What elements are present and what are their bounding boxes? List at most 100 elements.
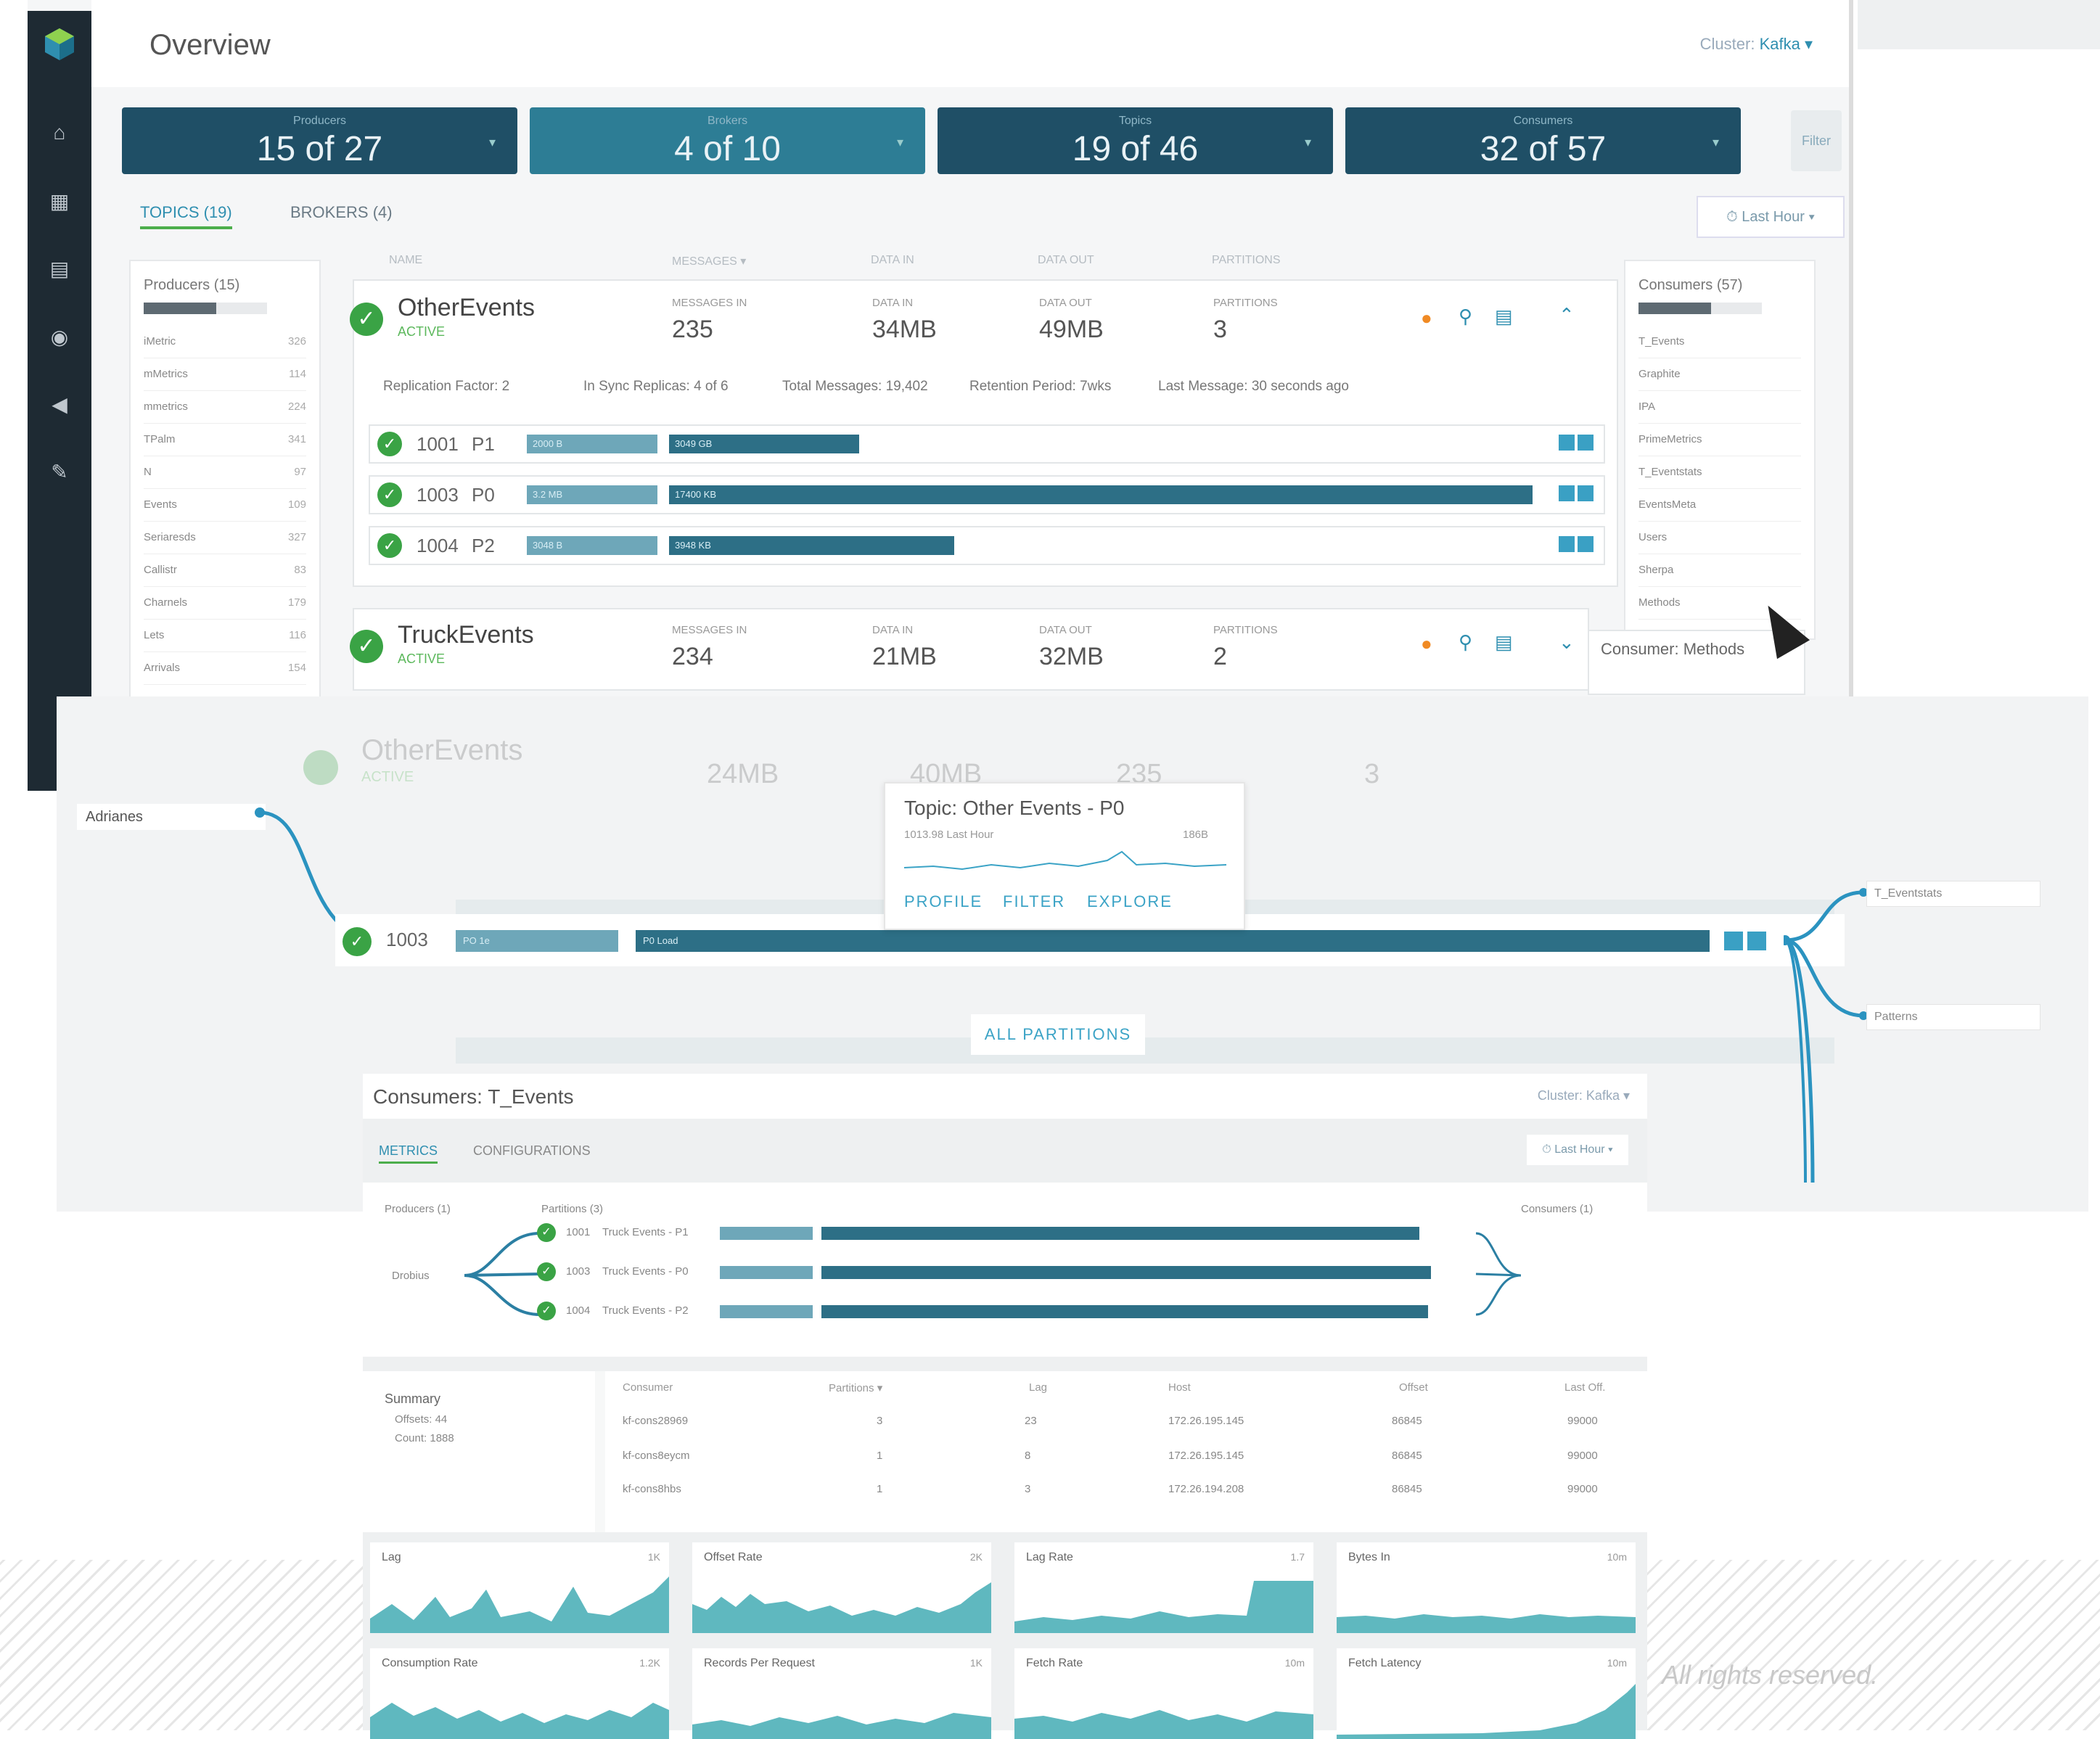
highlighted-consumer[interactable]: T_Eventstats	[1866, 881, 2040, 907]
flow-partition-row[interactable]: ✓ 1003 Truck Events - P0	[537, 1262, 1509, 1283]
alert-icon[interactable]: ●	[1421, 307, 1432, 329]
partition-row[interactable]: ✓ 1003 P0 3.2 MB 17400 KB	[369, 475, 1605, 514]
chevron-up-icon[interactable]: ⌃	[1559, 304, 1575, 326]
cluster-selector[interactable]: Cluster: Kafka ▾	[1700, 35, 1813, 54]
sparkline-consumption-rate[interactable]: Consumption Rate 1.2K	[370, 1648, 669, 1739]
kpi-producers[interactable]: Producers 15 of 27 ▾	[122, 107, 517, 174]
partition-row[interactable]: ✓ 1004 P2 3048 B 3948 KB	[369, 526, 1605, 565]
list-item[interactable]: Lets 116	[144, 620, 306, 652]
chevron-down-icon[interactable]: ⌄	[1559, 631, 1575, 654]
partition-action-icon[interactable]	[1724, 932, 1743, 950]
tab-brokers[interactable]: BROKERS (4)	[290, 203, 393, 222]
overlay-metric: 24MB	[707, 759, 779, 789]
kpi-topics[interactable]: Topics 19 of 46 ▾	[938, 107, 1333, 174]
alert-icon[interactable]: ●	[1421, 633, 1432, 655]
list-icon[interactable]: ▤	[1495, 305, 1513, 328]
flow-partition-row[interactable]: ✓ 1001 Truck Events - P1	[537, 1223, 1509, 1243]
list-item[interactable]: Users	[1638, 522, 1801, 554]
producers-toggle[interactable]	[144, 303, 267, 314]
partition-action-icon[interactable]	[1559, 485, 1575, 501]
list-item[interactable]: Graphite	[1638, 358, 1801, 391]
table-header[interactable]: Lag	[1029, 1381, 1047, 1394]
partition-action-icon[interactable]	[1578, 485, 1594, 501]
explore-link[interactable]: EXPLORE	[1087, 892, 1173, 911]
filter-link[interactable]: FILTER	[1003, 892, 1065, 911]
time-range-dropdown[interactable]: ⏱ Last Hour ▾	[1697, 196, 1845, 238]
column-header-data-out[interactable]: DATA OUT	[1038, 254, 1094, 267]
list-item[interactable]: TPalm 341	[144, 424, 306, 456]
column-header-messages[interactable]: MESSAGES ▾	[672, 254, 746, 268]
status-check-icon: ✓	[343, 927, 372, 956]
column-header-name[interactable]: NAME	[389, 254, 422, 267]
highlighted-consumer[interactable]: Patterns	[1866, 1004, 2040, 1030]
consumers-toggle[interactable]	[1638, 303, 1762, 314]
kpi-consumers[interactable]: Consumers 32 of 57 ▾	[1345, 107, 1741, 174]
table-header[interactable]: Consumer	[623, 1381, 673, 1394]
table-header[interactable]: Partitions ▾	[829, 1381, 882, 1394]
column-header-data-in[interactable]: DATA IN	[871, 254, 914, 267]
list-item[interactable]: mmetrics 224	[144, 391, 306, 424]
partition-id: 1001	[566, 1226, 591, 1238]
producer-name[interactable]: Drobius	[392, 1270, 430, 1282]
list-item[interactable]: IPA	[1638, 391, 1801, 424]
list-item[interactable]: T_Eventstats	[1638, 456, 1801, 489]
table-header[interactable]: Host	[1168, 1381, 1191, 1394]
kpi-brokers[interactable]: Brokers 4 of 10 ▾	[530, 107, 925, 174]
search-icon[interactable]: ⚲	[1459, 305, 1472, 328]
profile-link[interactable]: PROFILE	[904, 892, 983, 911]
partition-action-icon[interactable]	[1559, 435, 1575, 451]
partition-action-icon[interactable]	[1747, 932, 1766, 950]
sparkline-fetch-rate[interactable]: Fetch Rate 10m	[1014, 1648, 1313, 1739]
list-item[interactable]: Callistr 83	[144, 554, 306, 587]
list-item[interactable]: mMetrics 114	[144, 358, 306, 391]
list-icon[interactable]: ▤	[1495, 631, 1513, 654]
sparkline-fetch-latency[interactable]: Fetch Latency 10m	[1337, 1648, 1636, 1739]
list-item[interactable]: PrimeMetrics	[1638, 424, 1801, 456]
cluster-selector[interactable]: Cluster: Kafka ▾	[1538, 1088, 1630, 1103]
sparkline-lag-rate[interactable]: Lag Rate 1.7	[1014, 1542, 1313, 1633]
list-item[interactable]: Events 109	[144, 489, 306, 522]
sparkline-value: 1K	[647, 1551, 660, 1563]
faded-partition-row	[456, 1037, 1834, 1064]
sparkline-bytes-in[interactable]: Bytes In 10m	[1337, 1542, 1636, 1633]
highlighted-producer[interactable]: Adrianes	[77, 804, 266, 830]
topic-name[interactable]: OtherEvents	[398, 294, 535, 322]
alerts-icon[interactable]: ◀	[46, 392, 73, 418]
list-item[interactable]: Sherpa	[1638, 554, 1801, 587]
tab-topics[interactable]: TOPICS (19)	[140, 203, 232, 229]
list-item[interactable]: EventsMeta	[1638, 489, 1801, 522]
topic-name[interactable]: TruckEvents	[398, 621, 534, 649]
tab-configurations[interactable]: CONFIGURATIONS	[473, 1143, 591, 1159]
metrics-icon[interactable]: ◉	[46, 324, 73, 350]
list-item[interactable]: Arrivals 154	[144, 652, 306, 685]
flow-partition-row[interactable]: ✓ 1004 Truck Events - P2	[537, 1302, 1509, 1322]
home-icon[interactable]: ⌂	[46, 120, 73, 146]
column-header-partitions[interactable]: PARTITIONS	[1212, 254, 1281, 267]
sparkline-records-per-request[interactable]: Records Per Request 1K	[692, 1648, 991, 1739]
table-header[interactable]: Last Off.	[1564, 1381, 1605, 1394]
filter-button[interactable]: Filter	[1791, 110, 1842, 171]
list-item[interactable]: N 97	[144, 456, 306, 489]
storage-icon[interactable]: ▤	[46, 256, 73, 282]
list-item[interactable]: Charnels 179	[144, 587, 306, 620]
time-range-dropdown[interactable]: ⏱ Last Hour ▾	[1527, 1135, 1628, 1165]
partition-topic: Truck Events - P0	[602, 1265, 689, 1278]
partition-action-icon[interactable]	[1578, 536, 1594, 552]
wrench-icon[interactable]: ✎	[46, 459, 73, 485]
list-item[interactable]: Seriaresds 327	[144, 522, 306, 554]
all-partitions-button[interactable]: ALL PARTITIONS	[971, 1014, 1145, 1055]
tab-metrics[interactable]: METRICS	[379, 1143, 438, 1164]
partition-action-icon[interactable]	[1578, 435, 1594, 451]
partition-action-icon[interactable]	[1559, 536, 1575, 552]
table-header[interactable]: Offset	[1399, 1381, 1428, 1394]
list-item[interactable]: iMetric 326	[144, 326, 306, 358]
dashboard-icon[interactable]: ▦	[46, 189, 73, 215]
list-item[interactable]: T_Events	[1638, 326, 1801, 358]
sparkline-offset-rate[interactable]: Offset Rate 2K	[692, 1542, 991, 1633]
cluster-value[interactable]: Kafka ▾	[1760, 35, 1813, 53]
search-icon[interactable]: ⚲	[1459, 631, 1472, 654]
partition-row[interactable]: ✓ 1001 P1 2000 B 3049 GB	[369, 424, 1605, 464]
sparkline-lag[interactable]: Lag 1K	[370, 1542, 669, 1633]
sparkline-area	[370, 1576, 669, 1633]
topic-card-truckevents[interactable]: ✓ TruckEvents ACTIVE MESSAGES IN 234 DAT…	[350, 608, 1589, 691]
